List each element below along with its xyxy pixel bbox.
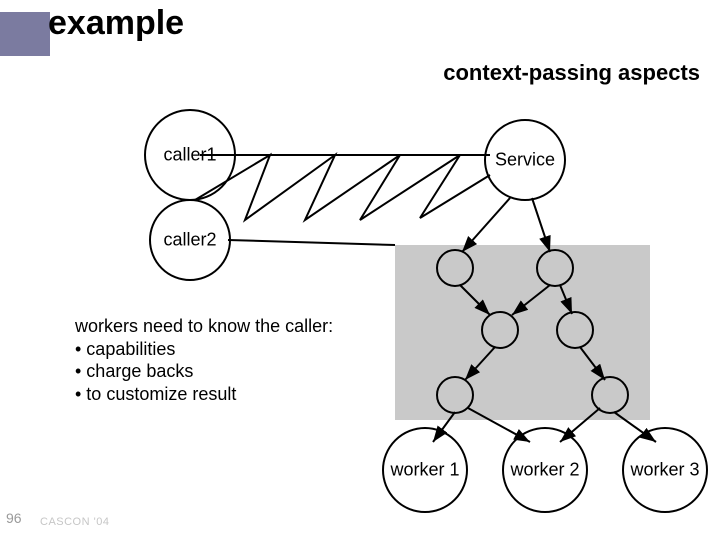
body-bullet-2: • charge backs [75,360,333,383]
page-number: 96 [6,510,22,526]
service-label: Service [495,150,555,171]
body-heading: workers need to know the caller: [75,315,333,338]
workers-region [395,245,650,420]
caller2-label: caller2 [163,230,216,251]
body-bullet-1: • capabilities [75,338,333,361]
body-bullet-3: • to customize result [75,383,333,406]
worker1-label: worker 1 [390,460,459,481]
caller1-label: caller1 [163,145,216,166]
footer-text: CASCON '04 [40,516,109,528]
worker3-label: worker 3 [630,460,699,481]
zigzag-lines [195,155,490,220]
diagram-svg [0,0,720,540]
link-caller2-region [228,240,395,245]
arrow-service-sub2 [532,198,550,252]
arrow-service-sub1 [462,198,510,252]
worker2-label: worker 2 [510,460,579,481]
body-text: workers need to know the caller: • capab… [75,315,333,405]
slide: example context-passing aspects [0,0,720,540]
